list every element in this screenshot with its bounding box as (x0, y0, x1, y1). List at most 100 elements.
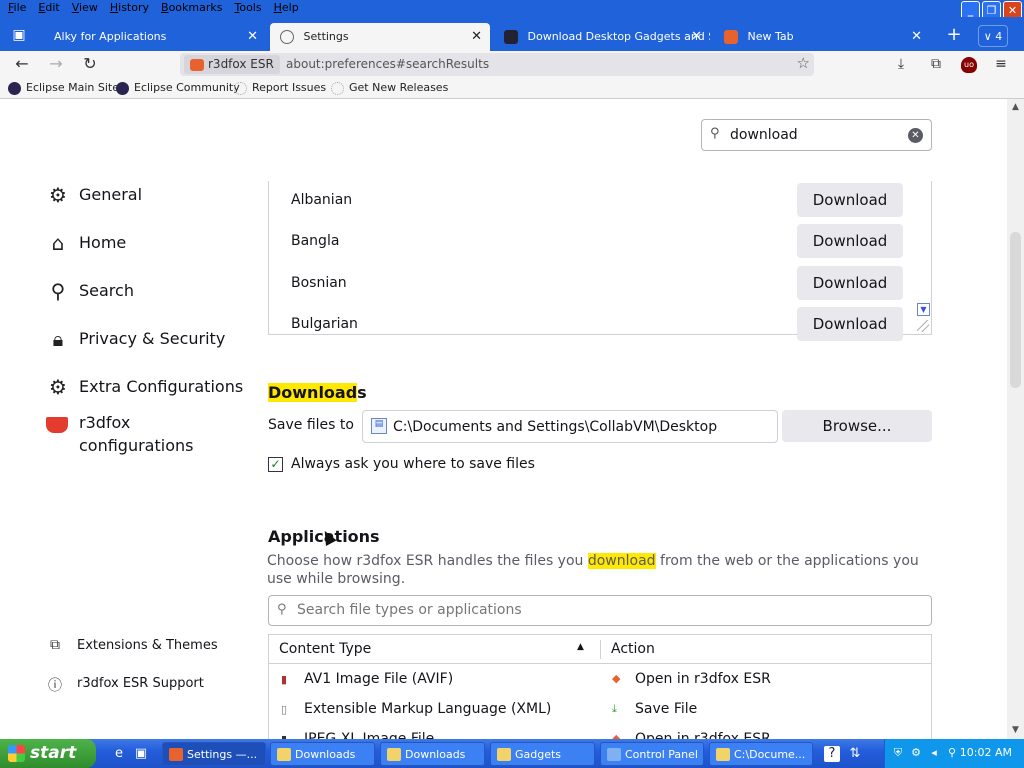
search-icon[interactable]: ⚲ (945, 746, 959, 760)
file-type-icon: ▮ (281, 673, 288, 686)
applications-search-field[interactable]: ⚲ Search file types or applications (268, 595, 932, 626)
content-type-cell: JPEG XL Image File (304, 731, 435, 739)
folder-icon (716, 748, 730, 761)
r3dfox-icon (46, 417, 68, 433)
download-albanian-button[interactable]: Download (797, 183, 903, 217)
network-icon[interactable]: ⚙ (909, 746, 923, 760)
bookmark-report-issues[interactable]: Report Issues (234, 80, 326, 96)
control-panel-icon (607, 748, 621, 761)
content-type-column-header[interactable]: Content Type (279, 641, 371, 657)
preferences-search-field[interactable]: ⚲ download ✕ (701, 119, 932, 151)
dictionary-list: Albanian Download Bangla Download Bosnia… (268, 181, 932, 341)
forward-button[interactable]: → (45, 54, 67, 76)
tab-new-tab[interactable]: New Tab ✕ (714, 23, 930, 51)
scrollbar-thumb[interactable] (1010, 232, 1021, 388)
bookmark-get-new-releases[interactable]: Get New Releases (331, 80, 448, 96)
taskbar-button-control-panel[interactable]: Control Panel (600, 742, 704, 766)
resize-grip-icon[interactable] (917, 320, 929, 332)
eclipse-icon (8, 81, 21, 95)
menu-tools[interactable]: Tools (228, 1, 267, 14)
menu-view[interactable]: View (66, 1, 104, 14)
extensions-icon[interactable]: ⧉ (925, 54, 947, 76)
new-tab-button[interactable]: + (944, 25, 964, 47)
action-cell[interactable]: Save File (635, 701, 697, 717)
downloads-icon[interactable]: ⤓ (890, 54, 912, 76)
page-scrollbar[interactable]: ▲ ▼ (1007, 99, 1024, 739)
tab-count: 4 (995, 30, 1003, 43)
close-tab-icon[interactable]: ✕ (691, 23, 702, 51)
tab-settings[interactable]: Settings ✕ (270, 23, 490, 51)
search-icon: ⚲ (50, 279, 66, 303)
start-button[interactable]: start (0, 739, 96, 768)
table-row[interactable]: ▮ AV1 Image File (AVIF) ◆ Open in r3dfox… (269, 665, 931, 695)
menu-hamburger-icon[interactable]: ≡ (990, 54, 1012, 76)
r3dfox-icon (190, 58, 204, 71)
table-row[interactable]: ▮ JPEG XL Image File ◆ Open in r3dfox ES… (269, 725, 931, 739)
switch-windows-icon[interactable]: ⇅ (846, 745, 864, 763)
always-ask-checkbox[interactable]: ✓ (268, 457, 283, 472)
download-folder-field[interactable]: ▤ C:\Documents and Settings\CollabVM\Des… (362, 410, 778, 443)
list-scrollbar[interactable]: ▼ (916, 181, 931, 334)
folder-icon: ▤ (371, 418, 387, 434)
globe-icon (234, 81, 247, 95)
list-all-tabs-button[interactable]: ∨ 4 (978, 25, 1008, 47)
bookmark-label: Report Issues (252, 81, 327, 94)
search-input[interactable]: download (730, 127, 798, 143)
menu-bar: File Edit View History Bookmarks Tools H… (0, 0, 1024, 20)
scroll-down-arrow-icon[interactable]: ▼ (917, 303, 930, 316)
content-type-cell: AV1 Image File (AVIF) (304, 671, 454, 687)
internet-explorer-icon[interactable]: e (110, 745, 128, 763)
menu-help[interactable]: Help (268, 1, 305, 14)
show-desktop-icon[interactable]: ▣ (132, 745, 150, 763)
tab-alky[interactable]: Alky for Applications ✕ (44, 23, 266, 51)
bookmark-eclipse-main[interactable]: Eclipse Main Site (8, 80, 119, 96)
taskbar-button-label: Downloads (405, 748, 466, 761)
browse-button[interactable]: Browse... (782, 410, 932, 442)
table-row[interactable]: ▯ Extensible Markup Language (XML) ⤓ Sav… (269, 695, 931, 725)
url-bar[interactable]: r3dfox ESR about:preferences#searchResul… (180, 53, 814, 76)
applications-search-placeholder[interactable]: Search file types or applications (297, 602, 522, 618)
menu-list: File Edit View History Bookmarks Tools H… (2, 1, 305, 14)
clear-search-icon[interactable]: ✕ (908, 128, 923, 143)
menu-history[interactable]: History (104, 1, 155, 14)
taskbar-button-label: Gadgets (515, 748, 562, 761)
downloads-heading: Downloads (268, 383, 367, 402)
taskbar-button-settings[interactable]: Settings —... (162, 742, 266, 766)
volume-icon[interactable]: ◂ (927, 746, 941, 760)
reload-button[interactable]: ↻ (79, 54, 101, 76)
close-tab-icon[interactable]: ✕ (247, 23, 258, 51)
identity-box[interactable]: r3dfox ESR (184, 55, 280, 74)
download-bulgarian-button[interactable]: Download (797, 307, 903, 341)
bookmark-eclipse-community[interactable]: Eclipse Community (116, 80, 240, 96)
taskbar-button-downloads-1[interactable]: Downloads (270, 742, 375, 766)
security-shield-icon[interactable]: ⛨ (891, 746, 905, 760)
close-tab-icon[interactable]: ✕ (911, 23, 922, 51)
action-column-header[interactable]: Action (611, 641, 655, 657)
action-cell[interactable]: Open in r3dfox ESR (635, 671, 771, 687)
taskbar-button-downloads-2[interactable]: Downloads (380, 742, 485, 766)
menu-bookmarks[interactable]: Bookmarks (155, 1, 228, 14)
taskbar-button-gadgets[interactable]: Gadgets (490, 742, 595, 766)
back-button[interactable]: ← (11, 54, 33, 76)
menu-edit[interactable]: Edit (32, 1, 65, 14)
scroll-up-arrow-icon[interactable]: ▲ (1009, 101, 1022, 114)
bookmark-star-icon[interactable]: ☆ (797, 54, 810, 72)
help-icon: ⓘ (48, 678, 62, 694)
action-cell[interactable]: Open in r3dfox ESR (635, 731, 771, 739)
list-item: Bosnian Download (291, 266, 903, 300)
taskbar-button-c-documents[interactable]: C:\Docume... (709, 742, 813, 766)
r3dfox-icon (169, 748, 183, 761)
download-bosnian-button[interactable]: Download (797, 266, 903, 300)
url-text[interactable]: about:preferences#searchResults (286, 53, 489, 76)
ublock-icon[interactable]: uo (961, 57, 977, 73)
help-icon[interactable]: ? (824, 746, 840, 762)
scroll-down-arrow-icon[interactable]: ▼ (1009, 724, 1022, 737)
bookmark-label: Get New Releases (349, 81, 449, 94)
folder-icon (277, 748, 291, 761)
menu-file[interactable]: File (2, 1, 32, 14)
close-tab-icon[interactable]: ✕ (471, 23, 482, 51)
firefox-view-icon[interactable]: ▣ (8, 25, 30, 47)
preferences-page: ⚲ download ✕ ⚙ General ⌂ Home ⚲ Search 🔒… (0, 99, 1007, 739)
tab-download-gadgets[interactable]: Download Desktop Gadgets and Si ✕ (494, 23, 710, 51)
download-bangla-button[interactable]: Download (797, 224, 903, 258)
